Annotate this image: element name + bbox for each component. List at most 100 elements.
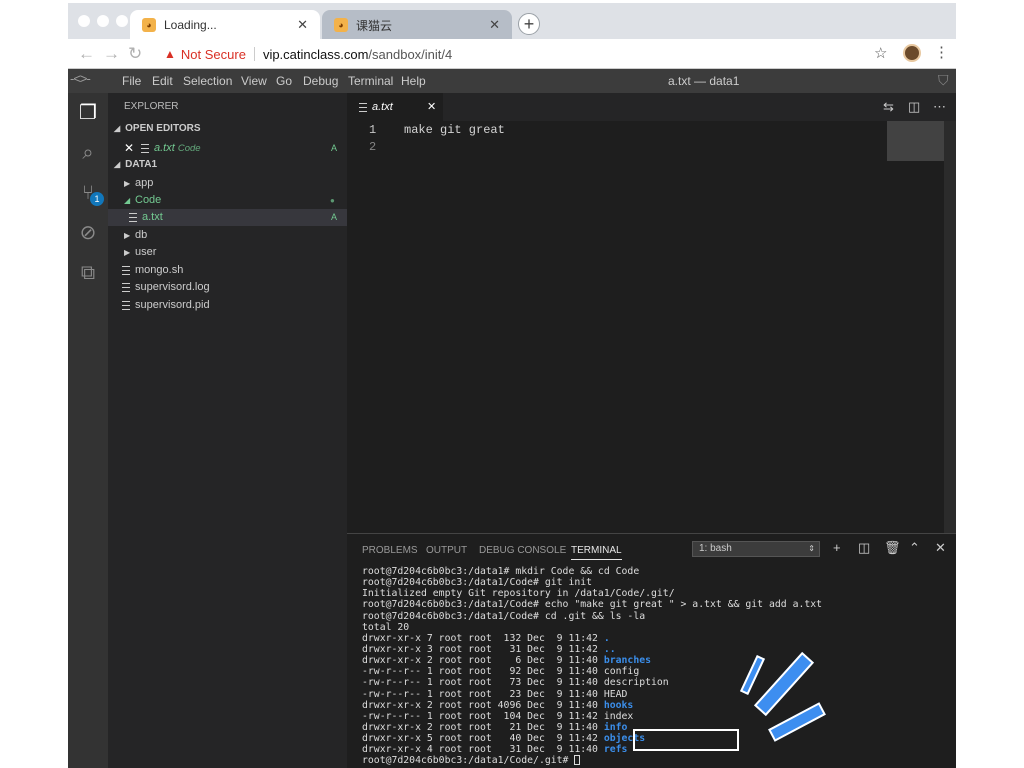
close-tab-icon[interactable]: ✕ bbox=[427, 93, 436, 121]
browser-tab-loading[interactable]: ◕ Loading... ✕ bbox=[130, 10, 320, 40]
tree-item-app[interactable]: ▶ app bbox=[108, 175, 347, 192]
search-icon[interactable]: ⌕ bbox=[76, 141, 100, 165]
tree-item-code[interactable]: ◢ Code ● bbox=[108, 192, 347, 209]
tree-item-user[interactable]: ▶ user bbox=[108, 244, 347, 261]
tree-item-db[interactable]: ▶ db bbox=[108, 227, 347, 244]
workspace-header[interactable]: ◢ DATA1 bbox=[114, 159, 157, 170]
new-tab-button[interactable]: + bbox=[518, 13, 540, 35]
menu-selection[interactable]: Selection bbox=[183, 74, 232, 88]
directory-name: . bbox=[603, 632, 610, 644]
menu-file[interactable]: File bbox=[122, 74, 141, 88]
menu-edit[interactable]: Edit bbox=[152, 74, 173, 88]
cat-favicon-icon: ◕ bbox=[142, 18, 156, 32]
menu-help[interactable]: Help bbox=[401, 74, 426, 88]
tab-problems[interactable]: PROBLEMS bbox=[362, 545, 418, 556]
directory-name: .. bbox=[603, 643, 616, 655]
tree-item-supervisord-pid[interactable]: supervisord.pid bbox=[108, 297, 347, 314]
terminal-text: Initialized empty Git repository in /dat… bbox=[362, 588, 675, 600]
window-close-dot[interactable] bbox=[78, 15, 90, 27]
file-entry: a.txt bbox=[129, 209, 163, 226]
tree-label: a.txt bbox=[142, 211, 163, 223]
open-changes-icon[interactable]: ⇆ bbox=[883, 99, 894, 115]
minimap[interactable] bbox=[887, 121, 944, 161]
browser-menu-icon[interactable]: ⋮ bbox=[934, 43, 949, 61]
terminal-line: total 20 bbox=[362, 622, 822, 633]
forward-arrow-icon[interactable]: → bbox=[103, 44, 120, 64]
tab-title: 课猫云 bbox=[356, 18, 393, 33]
window-minimize-dot[interactable] bbox=[97, 15, 109, 27]
chevron-right-icon: ▶ bbox=[124, 179, 131, 188]
tree-item-a-txt[interactable]: a.txt A bbox=[108, 209, 347, 226]
close-tab-icon[interactable]: ✕ bbox=[489, 17, 500, 33]
back-arrow-icon[interactable]: ← bbox=[78, 44, 95, 64]
close-tab-icon[interactable]: ✕ bbox=[297, 17, 308, 33]
browser-tab-kemaoyun[interactable]: ◕ 课猫云 ✕ bbox=[322, 10, 512, 40]
security-warning[interactable]: Not Secure bbox=[181, 47, 246, 62]
terminal-text: total 20 bbox=[362, 621, 410, 633]
terminal-line: root@7d204c6b0bc3:/data1/Code# git init bbox=[362, 577, 822, 588]
add-terminal-icon[interactable]: + bbox=[833, 540, 841, 555]
terminal-text: root@7d204c6b0bc3:/data1/Code# echo "mak… bbox=[362, 599, 823, 611]
tree-label: supervisord.pid bbox=[135, 299, 210, 311]
menu-debug[interactable]: Debug bbox=[303, 74, 338, 88]
editor-tab-bar: a.txt ✕ ⇆ ◫ ⋯ bbox=[347, 93, 956, 121]
code-line[interactable]: make git great bbox=[404, 123, 505, 137]
window-maximize-dot[interactable] bbox=[116, 15, 128, 27]
terminal-text: -rw-r--r-- 1 root root 73 Dec 9 11:40 de… bbox=[362, 677, 669, 689]
menu-terminal[interactable]: Terminal bbox=[348, 74, 393, 88]
terminal-line: -rw-r--r-- 1 root root 104 Dec 9 11:42 i… bbox=[362, 711, 822, 722]
terminal-cursor bbox=[574, 755, 581, 766]
split-editor-icon[interactable]: ◫ bbox=[908, 99, 920, 115]
line-number: 1 bbox=[369, 123, 377, 137]
more-actions-icon[interactable]: ⋯ bbox=[933, 99, 946, 115]
trash-icon[interactable]: 🗑 bbox=[884, 540, 901, 556]
url-path: /sandbox/init/4 bbox=[368, 46, 453, 62]
app-logo-icon: -<>- bbox=[70, 71, 91, 86]
tree-label: mongo.sh bbox=[135, 264, 184, 276]
browser-tab-strip: ◕ Loading... ✕ ◕ 课猫云 ✕ + bbox=[68, 3, 956, 40]
editor-tab-a-txt[interactable]: a.txt ✕ bbox=[347, 93, 443, 121]
directory-name: refs bbox=[603, 744, 628, 756]
extensions-icon[interactable]: ⧉ bbox=[76, 261, 100, 285]
menu-go[interactable]: Go bbox=[276, 74, 292, 88]
terminal-text: root@7d204c6b0bc3:/data1/Code# cd .git &… bbox=[362, 610, 646, 622]
section-label: DATA1 bbox=[125, 159, 158, 170]
close-icon[interactable]: ✕ bbox=[124, 140, 134, 157]
terminal-line: root@7d204c6b0bc3:/data1# mkdir Code && … bbox=[362, 566, 822, 577]
open-editors-header[interactable]: ◢ OPEN EDITORS bbox=[114, 123, 201, 134]
chevron-down-icon: ◢ bbox=[124, 196, 131, 205]
editor-scrollbar[interactable] bbox=[944, 121, 956, 533]
file-icon bbox=[359, 102, 367, 112]
tab-terminal[interactable]: TERMINAL bbox=[571, 545, 622, 560]
open-editor-filename: a.txt bbox=[154, 142, 175, 154]
section-label: OPEN EDITORS bbox=[125, 123, 201, 134]
debug-icon[interactable]: ⊘ bbox=[76, 221, 100, 245]
chevron-down-icon: ◢ bbox=[114, 124, 121, 133]
chevron-right-icon: ▶ bbox=[124, 231, 131, 240]
split-terminal-icon[interactable]: ◫ bbox=[858, 540, 870, 556]
explorer-icon[interactable]: ❐ bbox=[76, 101, 100, 125]
modified-dot-icon: ● bbox=[330, 196, 335, 205]
close-panel-icon[interactable]: ✕ bbox=[935, 540, 946, 556]
tree-item-mongo-sh[interactable]: mongo.sh bbox=[108, 262, 347, 279]
tab-debug-console[interactable]: DEBUG CONSOLE bbox=[479, 545, 566, 556]
scm-count-badge: 1 bbox=[90, 192, 104, 206]
reload-icon[interactable]: ↻ bbox=[128, 44, 142, 64]
terminal-select[interactable]: 1: bash ⇕ bbox=[692, 541, 820, 557]
git-added-badge: A bbox=[331, 143, 338, 153]
menu-view[interactable]: View bbox=[241, 74, 267, 88]
file-entry: supervisord.log bbox=[122, 279, 210, 296]
chevron-up-icon[interactable]: ⌃ bbox=[909, 540, 920, 556]
bookmark-star-icon[interactable]: ☆ bbox=[874, 44, 887, 62]
terminal-text: -rw-r--r-- 1 root root 92 Dec 9 11:40 co… bbox=[362, 666, 640, 678]
tab-output[interactable]: OUTPUT bbox=[426, 545, 467, 556]
terminal-line: drwxr-xr-x 2 root root 21 Dec 9 11:40 in… bbox=[362, 722, 822, 733]
tree-item-supervisord-log[interactable]: supervisord.log bbox=[108, 279, 347, 296]
profile-avatar[interactable] bbox=[903, 44, 921, 62]
terminal-text: drwxr-xr-x 4 root root 31 Dec 9 11:40 bbox=[362, 744, 604, 756]
warning-triangle-icon: ▲ bbox=[164, 47, 176, 61]
sidebar-title: EXPLORER bbox=[124, 101, 179, 112]
url-omnibox[interactable]: ▲ Not Secure vip.catinclass.com /sandbox… bbox=[156, 42, 896, 66]
terminal-line: drwxr-xr-x 5 root root 40 Dec 9 11:42 ob… bbox=[362, 733, 822, 744]
open-editor-item[interactable]: ✕ a.txt Code A bbox=[108, 140, 347, 157]
